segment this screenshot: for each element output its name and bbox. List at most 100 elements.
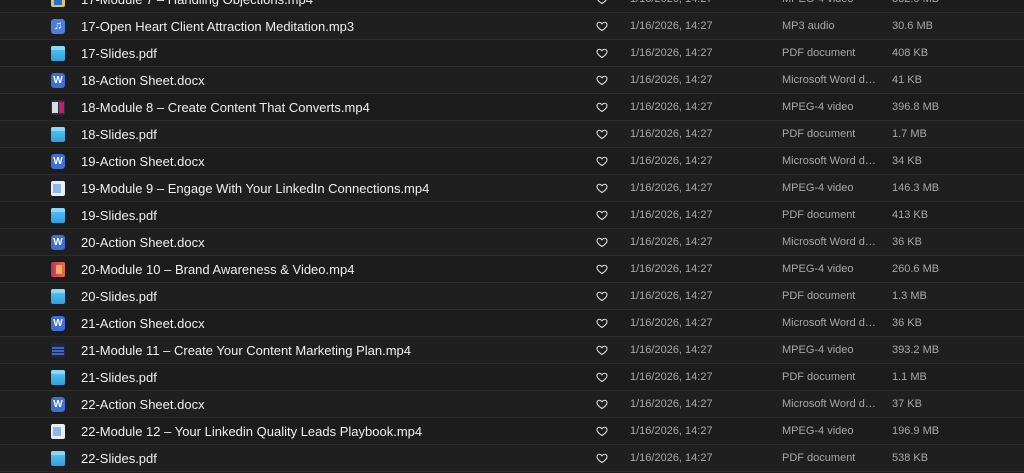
- file-size: 37 KB: [892, 398, 922, 410]
- file-date: 1/16/2026, 14:27: [630, 371, 713, 383]
- file-date: 1/16/2026, 14:27: [630, 209, 713, 221]
- file-type: Microsoft Word d…: [782, 398, 876, 410]
- file-type: MPEG-4 video: [782, 0, 886, 13]
- file-size: 36 KB: [892, 317, 922, 329]
- file-row[interactable]: W 21-Action Sheet.docx 1/16/2026, 14:27 …: [0, 310, 1024, 337]
- file-name: 19-Module 9 – Engage With Your LinkedIn …: [81, 181, 430, 196]
- file-name: 18-Module 8 – Create Content That Conver…: [81, 100, 370, 115]
- pdf-file-icon: [51, 451, 65, 466]
- file-type: MP3 audio: [782, 20, 835, 32]
- file-row[interactable]: 19-Module 9 – Engage With Your LinkedIn …: [0, 175, 1024, 202]
- file-name: 21-Slides.pdf: [81, 370, 157, 385]
- file-type: PDF document: [782, 290, 856, 302]
- file-row[interactable]: W 20-Action Sheet.docx 1/16/2026, 14:27 …: [0, 229, 1024, 256]
- pdf-file-icon: [51, 370, 65, 385]
- file-name: 22-Slides.pdf: [81, 451, 157, 466]
- file-row[interactable]: 20-Module 10 – Brand Awareness & Video.m…: [0, 256, 1024, 283]
- file-size: 1.7 MB: [892, 128, 927, 140]
- file-list: 17-Module 7 – Handling Objections.mp4 1/…: [0, 0, 1024, 473]
- file-size: 34 KB: [892, 155, 922, 167]
- file-size: 538 KB: [892, 452, 929, 464]
- heart-icon[interactable]: [596, 209, 608, 221]
- file-size: 260.6 MB: [892, 263, 940, 275]
- pdf-file-icon: [51, 289, 65, 304]
- file-row[interactable]: 20-Slides.pdf 1/16/2026, 14:27 PDF docum…: [0, 283, 1024, 310]
- file-rows: 17-Module 7 – Handling Objections.mp4 1/…: [0, 0, 1024, 472]
- file-name: 21-Action Sheet.docx: [81, 316, 205, 331]
- file-date: 1/16/2026, 14:27: [630, 263, 713, 275]
- file-row[interactable]: 17-Module 7 – Handling Objections.mp4 1/…: [0, 0, 1024, 13]
- file-date: 1/16/2026, 14:27: [630, 452, 713, 464]
- heart-icon[interactable]: [596, 398, 608, 410]
- file-date: 1/16/2026, 14:27: [630, 317, 713, 329]
- file-name: 17-Open Heart Client Attraction Meditati…: [81, 19, 355, 34]
- file-name: 17-Module 7 – Handling Objections.mp4: [81, 0, 313, 13]
- file-date: 1/16/2026, 14:27: [630, 425, 713, 437]
- heart-icon[interactable]: [596, 263, 608, 275]
- file-type: MPEG-4 video: [782, 263, 854, 275]
- file-date: 1/16/2026, 14:27: [630, 398, 713, 410]
- file-size: 1.1 MB: [892, 371, 927, 383]
- heart-icon[interactable]: [596, 101, 608, 113]
- file-name: 22-Module 12 – Your Linkedin Quality Lea…: [81, 424, 423, 439]
- file-row[interactable]: 18-Module 8 – Create Content That Conver…: [0, 94, 1024, 121]
- file-row[interactable]: 22-Slides.pdf 1/16/2026, 14:27 PDF docum…: [0, 445, 1024, 472]
- heart-icon[interactable]: [596, 425, 608, 437]
- heart-icon[interactable]: [596, 317, 608, 329]
- pdf-file-icon: [51, 127, 65, 142]
- word-file-icon: W: [51, 73, 65, 88]
- file-row[interactable]: 22-Module 12 – Your Linkedin Quality Lea…: [0, 418, 1024, 445]
- file-type: PDF document: [782, 371, 856, 383]
- heart-icon[interactable]: [596, 452, 608, 464]
- heart-icon[interactable]: [596, 371, 608, 383]
- file-size: 41 KB: [892, 74, 922, 86]
- file-size: 413 KB: [892, 209, 929, 221]
- file-type: MPEG-4 video: [782, 182, 854, 194]
- file-type: MPEG-4 video: [782, 344, 854, 356]
- video-file-icon: [51, 0, 65, 7]
- heart-icon[interactable]: [596, 290, 608, 302]
- word-file-icon: W: [51, 154, 65, 169]
- word-file-icon: W: [51, 235, 65, 250]
- heart-icon[interactable]: [596, 74, 608, 86]
- heart-icon[interactable]: [596, 155, 608, 167]
- file-row[interactable]: 21-Module 11 – Create Your Content Marke…: [0, 337, 1024, 364]
- file-date: 1/16/2026, 14:27: [630, 0, 713, 13]
- file-row[interactable]: W 19-Action Sheet.docx 1/16/2026, 14:27 …: [0, 148, 1024, 175]
- file-date: 1/16/2026, 14:27: [630, 101, 713, 113]
- file-size: 36 KB: [892, 236, 922, 248]
- file-name: 20-Module 10 – Brand Awareness & Video.m…: [81, 262, 355, 277]
- heart-icon[interactable]: [596, 236, 608, 248]
- file-size: 332.0 MB: [892, 0, 939, 13]
- file-date: 1/16/2026, 14:27: [630, 128, 713, 140]
- file-type: PDF document: [782, 47, 856, 59]
- file-type: Microsoft Word d…: [782, 236, 876, 248]
- video-file-icon: [51, 424, 65, 439]
- video-file-icon: [51, 100, 65, 115]
- heart-icon[interactable]: [596, 20, 608, 32]
- file-type: MPEG-4 video: [782, 425, 854, 437]
- heart-icon[interactable]: [596, 344, 608, 356]
- file-row[interactable]: W 18-Action Sheet.docx 1/16/2026, 14:27 …: [0, 67, 1024, 94]
- heart-icon[interactable]: [596, 0, 608, 5]
- file-size: 196.9 MB: [892, 425, 940, 437]
- heart-icon[interactable]: [596, 182, 608, 194]
- file-row[interactable]: 21-Slides.pdf 1/16/2026, 14:27 PDF docum…: [0, 364, 1024, 391]
- file-date: 1/16/2026, 14:27: [630, 290, 713, 302]
- file-type: Microsoft Word d…: [782, 317, 876, 329]
- file-name: 18-Slides.pdf: [81, 127, 157, 142]
- word-file-icon: W: [51, 397, 65, 412]
- file-type: Microsoft Word d…: [782, 74, 876, 86]
- file-row[interactable]: ♫ 17-Open Heart Client Attraction Medita…: [0, 13, 1024, 40]
- heart-icon[interactable]: [596, 128, 608, 140]
- file-size: 1.3 MB: [892, 290, 927, 302]
- file-row[interactable]: 19-Slides.pdf 1/16/2026, 14:27 PDF docum…: [0, 202, 1024, 229]
- file-size: 146.3 MB: [892, 182, 940, 194]
- file-name: 21-Module 11 – Create Your Content Marke…: [81, 343, 412, 358]
- file-row[interactable]: W 22-Action Sheet.docx 1/16/2026, 14:27 …: [0, 391, 1024, 418]
- file-row[interactable]: 18-Slides.pdf 1/16/2026, 14:27 PDF docum…: [0, 121, 1024, 148]
- heart-icon[interactable]: [596, 47, 608, 59]
- file-type: MPEG-4 video: [782, 101, 854, 113]
- file-date: 1/16/2026, 14:27: [630, 182, 713, 194]
- file-row[interactable]: 17-Slides.pdf 1/16/2026, 14:27 PDF docum…: [0, 40, 1024, 67]
